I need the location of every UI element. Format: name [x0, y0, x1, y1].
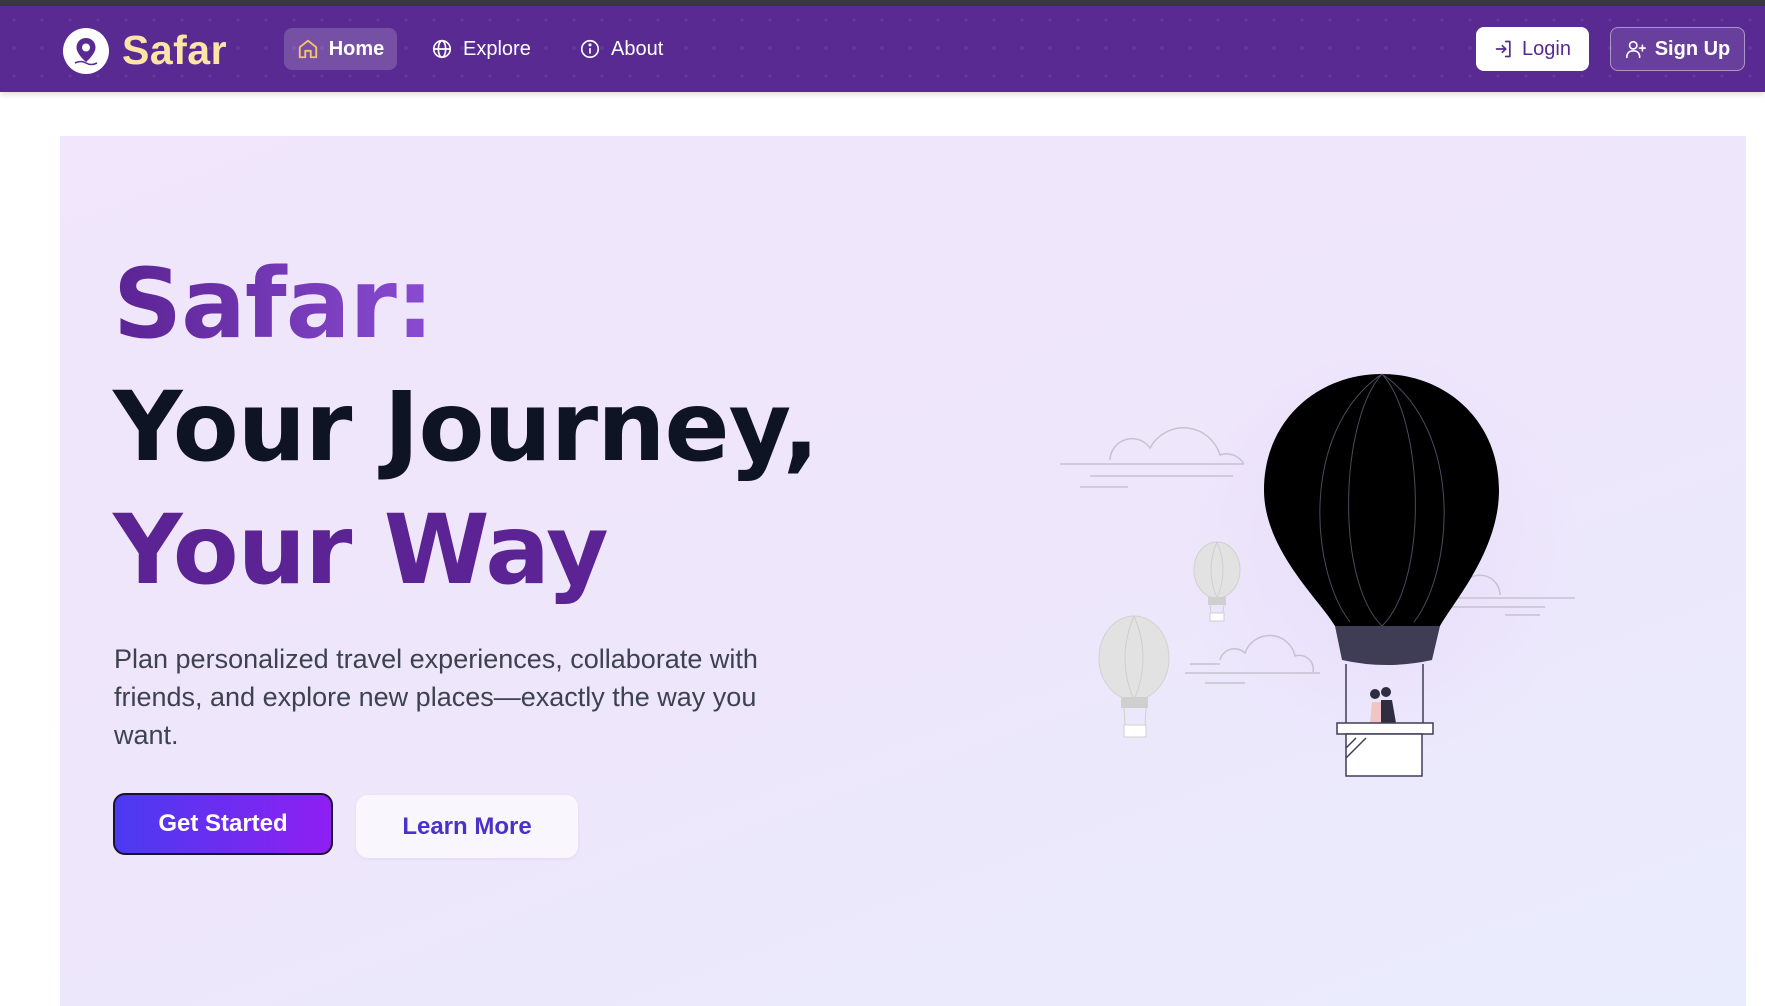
- nav-home[interactable]: Home: [284, 28, 397, 70]
- map-pin-icon: [63, 27, 109, 74]
- hot-air-balloon-illustration: [1060, 360, 1580, 777]
- nav-home-label: Home: [328, 37, 385, 60]
- hero-title-brand: Safar:: [113, 248, 434, 360]
- navbar: Safar Home Explore About Login Sign Up: [0, 6, 1765, 92]
- nav-about-label: About: [611, 37, 664, 60]
- login-label: Login: [1522, 37, 1571, 60]
- login-button[interactable]: Login: [1476, 27, 1589, 71]
- get-started-button[interactable]: Get Started: [113, 793, 333, 855]
- nav-explore[interactable]: Explore: [431, 28, 531, 70]
- info-icon: [580, 39, 600, 59]
- brand-logo[interactable]: Safar: [63, 27, 227, 74]
- learn-more-button[interactable]: Learn More: [356, 795, 578, 858]
- home-icon: [298, 39, 317, 59]
- signup-button[interactable]: Sign Up: [1610, 27, 1745, 71]
- medium-balloon: [1098, 615, 1170, 738]
- signup-label: Sign Up: [1654, 37, 1731, 60]
- brand-name: Safar: [122, 27, 228, 73]
- hero-subtitle: Plan personalized travel experiences, co…: [114, 644, 758, 750]
- hero-title-line2: Your Journey,: [113, 371, 819, 483]
- nav-explore-label: Explore: [463, 37, 531, 60]
- hero-title-line3: Your Way: [113, 494, 609, 606]
- user-plus-icon: [1625, 40, 1646, 59]
- globe-icon: [432, 39, 452, 59]
- login-icon: [1495, 40, 1511, 58]
- nav-about[interactable]: About: [579, 28, 663, 70]
